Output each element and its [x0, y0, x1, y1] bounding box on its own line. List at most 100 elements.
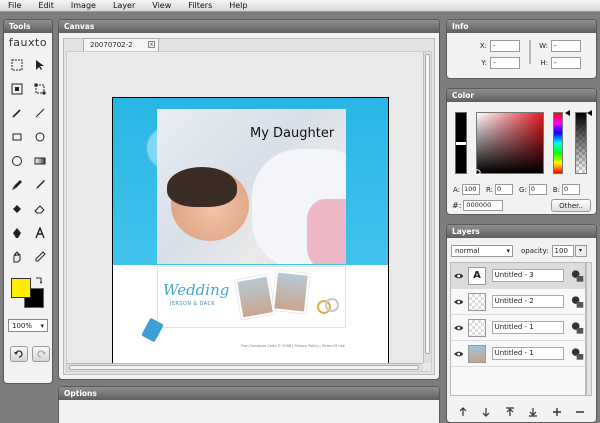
layer-thumbnail: A — [468, 266, 486, 285]
gradient-tool[interactable] — [30, 151, 50, 171]
swap-colors-icon[interactable] — [35, 276, 43, 284]
smudge-tool[interactable] — [30, 175, 50, 195]
layer-list-scrollbar[interactable] — [586, 262, 592, 396]
pencil-tool[interactable] — [7, 103, 27, 123]
undo-button[interactable] — [10, 346, 28, 362]
layer-effects-icon[interactable] — [570, 294, 585, 310]
swatch-divider — [456, 142, 466, 145]
layer-row[interactable]: A Untitled - 3 — [451, 263, 585, 289]
layer-effects-icon[interactable] — [570, 268, 585, 284]
vertical-scroll-thumb[interactable] — [425, 54, 430, 354]
chevron-down-icon: ▾ — [40, 321, 44, 330]
blend-mode-select[interactable]: normal ▾ — [451, 245, 513, 257]
document-tab[interactable]: 20070702-2 x — [83, 38, 159, 51]
delete-layer-button[interactable] — [573, 405, 587, 419]
tools-panel-title: Tools — [4, 20, 52, 33]
layer-row[interactable]: Untitled - 2 — [451, 289, 585, 315]
eraser-icon — [34, 205, 45, 214]
canvas-image[interactable]: My Daughter Wedding JERSON & DACK Fran C… — [112, 97, 389, 366]
layer-name-field[interactable]: Untitled - 1 — [491, 347, 564, 360]
move-layer-up-button[interactable] — [503, 405, 517, 419]
y-label: Y: — [481, 59, 487, 67]
redo-button[interactable] — [32, 346, 50, 362]
eye-icon[interactable] — [454, 272, 464, 280]
horizontal-scroll-thumb[interactable] — [69, 365, 419, 370]
color-panel-title: Color — [447, 89, 596, 102]
arrow-up-bar-icon — [505, 407, 514, 416]
text-tool[interactable] — [30, 223, 50, 243]
close-icon[interactable]: x — [148, 41, 155, 48]
opacity-field[interactable]: 100 — [551, 245, 574, 257]
move-layer-bottom-button[interactable] — [526, 405, 540, 419]
eye-icon[interactable] — [454, 350, 464, 358]
ellipse-tool[interactable] — [30, 127, 50, 147]
menu-edit[interactable]: Edit — [38, 1, 54, 10]
layer-row[interactable]: Untitled - 1 — [451, 341, 585, 367]
foreground-color-swatch[interactable] — [11, 278, 31, 298]
vertical-scrollbar[interactable] — [423, 52, 431, 363]
layer-effects-icon[interactable] — [570, 346, 585, 362]
options-panel-title: Options — [59, 387, 439, 400]
info-fields: X: - W: - Y: - H: - — [447, 40, 596, 74]
plus-icon — [552, 408, 561, 416]
opacity-dropdown-button[interactable]: ▾ — [574, 245, 587, 257]
brush-tool[interactable] — [7, 175, 27, 195]
layer-thumbnail — [468, 318, 486, 337]
transform-tool[interactable] — [30, 79, 50, 99]
horizontal-scrollbar[interactable] — [67, 363, 423, 371]
circle-tool[interactable] — [7, 151, 27, 171]
redo-icon — [37, 350, 46, 358]
menu-filters[interactable]: Filters — [188, 1, 212, 10]
document-viewport[interactable]: My Daughter Wedding JERSON & DACK Fran C… — [66, 51, 432, 372]
green-field[interactable]: 0 — [528, 184, 547, 195]
red-field[interactable]: 0 — [495, 184, 514, 195]
eyedropper-tool[interactable] — [30, 247, 50, 267]
zoom-select[interactable]: 100% ▾ — [8, 319, 48, 332]
rectangle-tool[interactable] — [7, 127, 27, 147]
current-color-preview[interactable] — [455, 112, 467, 174]
hand-tool[interactable] — [7, 247, 27, 267]
line-tool[interactable] — [30, 103, 50, 123]
eraser-tool[interactable] — [30, 199, 50, 219]
pen-icon — [13, 228, 21, 238]
menu-help[interactable]: Help — [229, 1, 247, 10]
document-area: 20070702-2 x My Daughter Wedding JERSON … — [63, 38, 435, 375]
arrow-down-icon — [482, 408, 490, 417]
hex-field[interactable]: 000000 — [463, 200, 504, 211]
other-colors-button[interactable]: Other.. — [551, 199, 591, 212]
saturation-value-picker[interactable] — [474, 112, 544, 176]
eye-icon[interactable] — [454, 298, 464, 306]
layer-row[interactable]: Untitled - 1 — [451, 315, 585, 341]
eye-icon[interactable] — [454, 324, 464, 332]
menu-layer[interactable]: Layer — [113, 1, 135, 10]
layer-toolbar — [447, 405, 596, 419]
move-tool[interactable] — [30, 55, 50, 75]
picker-cursor-icon — [474, 169, 481, 176]
arrow-down-bar-icon — [529, 408, 538, 417]
fill-tool[interactable] — [7, 199, 27, 219]
add-layer-button[interactable] — [550, 405, 564, 419]
move-layer-top-button[interactable] — [456, 405, 470, 419]
layer-name-field[interactable]: Untitled - 3 — [491, 269, 564, 282]
hue-slider[interactable] — [553, 112, 563, 174]
layer-effects-icon[interactable] — [570, 320, 585, 336]
transform-icon — [34, 83, 46, 95]
info-row-y: Y: - H: - — [447, 57, 596, 69]
color-panel: Color A: 100 R: 0 G: 0 B: 0 #: 000000 Ot… — [446, 88, 597, 215]
menu-view[interactable]: View — [152, 1, 171, 10]
alpha-slider[interactable] — [575, 112, 587, 174]
layer-name-field[interactable]: Untitled - 1 — [491, 321, 564, 334]
menu-file[interactable]: File — [8, 1, 21, 10]
move-layer-down-button[interactable] — [479, 405, 493, 419]
pen-tool[interactable] — [7, 223, 27, 243]
layer-name-field[interactable]: Untitled - 2 — [491, 295, 564, 308]
line-icon — [35, 108, 45, 118]
menu-image[interactable]: Image — [71, 1, 96, 10]
alpha-field[interactable]: 100 — [462, 184, 481, 195]
w-field: - — [551, 40, 581, 52]
crop-tool[interactable] — [7, 79, 27, 99]
tool-grid — [4, 55, 52, 267]
paint-bucket-icon — [13, 205, 21, 213]
marquee-tool[interactable] — [7, 55, 27, 75]
blue-field[interactable]: 0 — [562, 184, 581, 195]
